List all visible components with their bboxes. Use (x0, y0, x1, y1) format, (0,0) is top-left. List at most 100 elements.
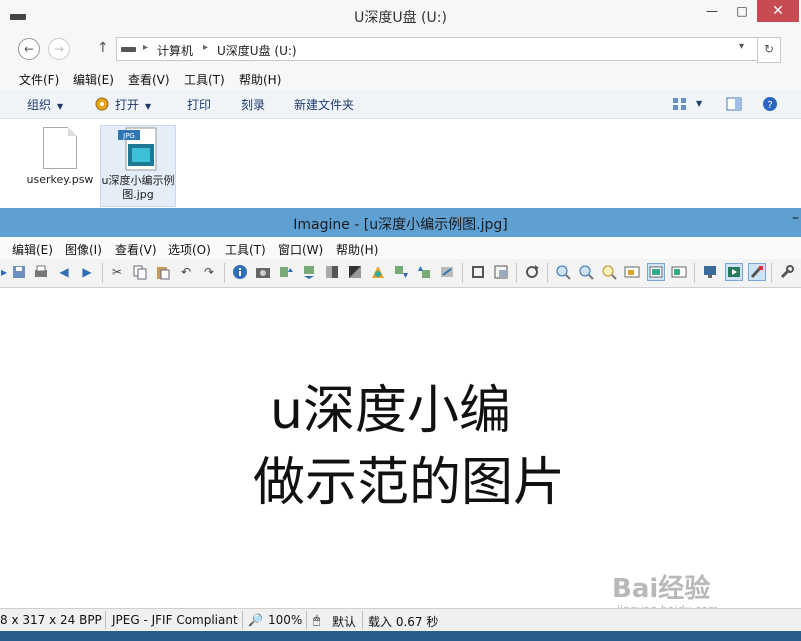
view-options-icon[interactable] (672, 96, 688, 112)
resize-icon[interactable] (493, 264, 509, 280)
file-name: userkey.psw (26, 173, 94, 186)
undo-icon[interactable]: ↶ (178, 264, 194, 280)
maximize-button[interactable]: □ (727, 0, 757, 22)
status-dimensions: 8 x 317 x 24 BPP (0, 613, 102, 627)
file-name: u深度小编示例图.jpg (101, 174, 175, 201)
effects-icon[interactable] (439, 264, 455, 280)
flip-icon[interactable] (301, 264, 317, 280)
menu-file[interactable]: 文件(F) (19, 71, 59, 88)
imagine-toolbar: ▸ ◀ ▶ ✂ ↶ ↷ (0, 259, 801, 288)
status-load-time: 载入 0.67 秒 (368, 615, 439, 629)
mouse-icon: 🖱 (313, 613, 321, 627)
preview-pane-icon[interactable] (726, 96, 742, 112)
status-divider (362, 611, 363, 629)
imagine-menu-bar: 编辑(E) 图像(I) 查看(V) 选项(O) 工具(T) 窗口(W) 帮助(H… (0, 237, 801, 259)
toolbar-separator (462, 263, 463, 283)
settings-icon[interactable] (779, 264, 795, 280)
open-button[interactable]: 打开 ▼ (115, 96, 151, 113)
forward-button[interactable]: → (48, 38, 70, 60)
previous-icon[interactable]: ◀ (56, 264, 72, 280)
toolbar-separator (771, 263, 772, 283)
menu-edit[interactable]: 编辑(E) (12, 241, 53, 258)
burn-button[interactable]: 刻录 (241, 96, 265, 113)
next-icon[interactable]: ▶ (79, 264, 95, 280)
address-dropdown-icon[interactable]: ▾ (739, 41, 744, 52)
toolbar-separator (516, 263, 517, 283)
redo-icon[interactable]: ↷ (201, 264, 217, 280)
image-canvas[interactable]: u深度小编 做示范的图片 Bai经验 jingyan.baidu.com (0, 288, 801, 616)
status-format: JPEG - JFIF Compliant (112, 613, 238, 627)
paste-icon[interactable] (155, 264, 171, 280)
toolbar-separator (224, 263, 225, 283)
save-icon[interactable] (11, 264, 27, 280)
explorer-title: U深度U盘 (U:) (354, 10, 447, 26)
file-item-selected[interactable]: JPG u深度小编示例图.jpg (100, 125, 176, 207)
menu-help[interactable]: 帮助(H) (336, 241, 378, 258)
monitor-icon[interactable] (702, 264, 718, 280)
crop-icon[interactable] (470, 264, 486, 280)
camera-icon[interactable] (255, 264, 271, 280)
taskbar-strip (0, 631, 801, 641)
info-icon[interactable] (232, 264, 248, 280)
watermark-brand: Bai经验 (612, 574, 711, 604)
refresh-icon[interactable] (524, 264, 540, 280)
zoom-in-icon[interactable] (555, 264, 571, 280)
address-box[interactable]: ▸ 计算机 ▸ U深度U盘 (U:) (116, 37, 758, 61)
menu-view[interactable]: 查看(V) (115, 241, 157, 258)
upload-icon[interactable] (416, 264, 432, 280)
view-dropdown-icon[interactable]: ▼ (696, 99, 702, 108)
new-folder-button[interactable]: 新建文件夹 (294, 96, 354, 113)
breadcrumb-computer[interactable]: 计算机 (157, 42, 193, 59)
minimize-button[interactable]: — (697, 0, 727, 22)
menu-options[interactable]: 选项(O) (168, 241, 211, 258)
imagine-close-button[interactable]: – (792, 210, 799, 226)
close-button[interactable]: ✕ (757, 0, 799, 22)
help-icon[interactable]: ? (762, 96, 778, 112)
menu-tools[interactable]: 工具(T) (225, 241, 266, 258)
menu-window[interactable]: 窗口(W) (278, 241, 323, 258)
imagine-title: Imagine - [u深度小编示例图.jpg] (293, 217, 508, 233)
zoom-fit-icon[interactable] (601, 264, 617, 280)
print-icon[interactable] (33, 264, 49, 280)
file-item[interactable]: userkey.psw (23, 127, 97, 187)
menu-help[interactable]: 帮助(H) (239, 71, 281, 88)
status-bar: 8 x 317 x 24 BPP JPEG - JFIF Compliant 🔎… (0, 608, 801, 631)
menu-edit[interactable]: 编辑(E) (73, 71, 114, 88)
explorer-menu-bar: 文件(F) 编辑(E) 查看(V) 工具(T) 帮助(H) (0, 66, 801, 90)
copy-icon[interactable] (132, 264, 148, 280)
image-caption-line2: 做示范的图片 (253, 453, 566, 513)
actual-size-icon[interactable] (647, 263, 665, 281)
gradient-icon[interactable] (324, 264, 340, 280)
command-bar: 组织 ▼ 打开 ▼ 打印 刻录 新建文件夹 ▼ ? (0, 90, 801, 119)
back-button[interactable]: ← (18, 38, 40, 60)
color-icon[interactable] (370, 264, 386, 280)
slideshow-icon[interactable] (725, 263, 743, 281)
print-button[interactable]: 打印 (187, 96, 211, 113)
svg-text:JPG: JPG (122, 132, 135, 140)
fit-window-icon[interactable] (624, 264, 640, 280)
zoom-out-icon[interactable] (578, 264, 594, 280)
organize-button[interactable]: 组织 ▼ (27, 96, 63, 113)
toolbar-separator (102, 263, 103, 283)
refresh-button[interactable]: ↻ (757, 37, 781, 63)
explorer-window: U深度U盘 (U:) — □ ✕ ← → ↑ ▸ 计算机 ▸ U深度U盘 (U:… (0, 0, 801, 210)
status-divider (306, 611, 307, 629)
open-icon (95, 97, 109, 111)
file-icon (43, 127, 77, 169)
download-icon[interactable] (393, 264, 409, 280)
imagine-title-bar: Imagine - [u深度小编示例图.jpg] – (0, 208, 801, 237)
menu-view[interactable]: 查看(V) (128, 71, 170, 88)
jpg-file-icon: JPG (118, 127, 157, 171)
breadcrumb-separator: ▸ (203, 42, 209, 53)
breadcrumb-drive[interactable]: U深度U盘 (U:) (217, 42, 297, 59)
toolbar-separator (547, 263, 548, 283)
menu-tools[interactable]: 工具(T) (184, 71, 225, 88)
rotate-icon[interactable] (278, 264, 294, 280)
fullscreen-icon[interactable] (671, 264, 687, 280)
status-divider (105, 611, 106, 629)
up-button[interactable]: ↑ (97, 40, 109, 56)
grayscale-icon[interactable] (347, 264, 363, 280)
paint-icon[interactable] (748, 263, 766, 281)
cut-icon[interactable]: ✂ (109, 264, 125, 280)
menu-image[interactable]: 图像(I) (65, 241, 102, 258)
